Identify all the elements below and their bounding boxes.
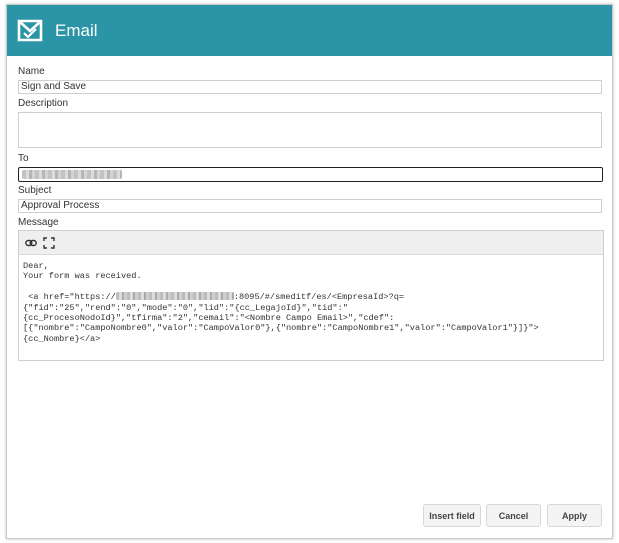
name-input[interactable]: Sign and Save (18, 80, 602, 94)
editor-line-text: {cc_Nombre}</a> (23, 333, 101, 344)
editor-line-text: :8095/#/smeditf/es/<EmpresaId>?q= (233, 292, 405, 303)
editor-line-text: Dear, (23, 261, 49, 271)
editor-line-text: Your form was received. (23, 271, 142, 282)
editor-line: Your form was received. (23, 271, 597, 281)
redacted-host (115, 292, 234, 301)
cancel-button[interactable]: Cancel (486, 504, 541, 527)
subject-label: Subject (18, 185, 52, 196)
dialog-header: Email (7, 5, 612, 56)
description-label: Description (18, 98, 69, 109)
editor-line-text: <a href="https:// (23, 292, 116, 303)
message-editor[interactable]: Dear, Your form was received. <a href="ht… (18, 230, 604, 361)
apply-button[interactable]: Apply (547, 504, 602, 527)
fullscreen-icon[interactable] (43, 237, 55, 249)
subject-input[interactable]: Approval Process (18, 199, 602, 213)
to-label: To (18, 153, 29, 164)
redacted-recipient (22, 170, 122, 179)
editor-line-text: {"fid":"25","rend":"0","mode":"0","lid":… (23, 302, 348, 313)
editor-toolbar (19, 231, 603, 255)
editor-line: {cc_ProcesoNodoId}","tfirma":"2","cemail… (23, 313, 597, 323)
editor-line-text: {cc_ProcesoNodoId}","tfirma":"2","cemail… (23, 312, 395, 323)
editor-line: <a href="https:// :8095/#/smeditf/es/<Emp… (23, 292, 597, 302)
editor-line: {"fid":"25","rend":"0","mode":"0","lid":… (23, 303, 597, 313)
editor-line: Dear, (23, 261, 597, 271)
editor-line-text: [{"nombre":"CampoNombre0","valor":"Campo… (23, 323, 539, 334)
message-label: Message (18, 217, 59, 228)
envelope-check-icon (17, 19, 43, 42)
email-dialog: Email Name Sign and Save Description To … (6, 4, 613, 539)
to-input[interactable] (18, 167, 603, 182)
editor-line: [{"nombre":"CampoNombre0","valor":"Campo… (23, 323, 597, 333)
link-icon[interactable] (25, 237, 37, 249)
name-label: Name (18, 66, 45, 77)
dialog-title: Email (55, 21, 98, 40)
insert-field-button[interactable]: Insert field (423, 504, 481, 527)
editor-line: {cc_Nombre}</a> (23, 334, 597, 344)
description-textarea[interactable] (18, 112, 602, 148)
editor-content[interactable]: Dear, Your form was received. <a href="ht… (23, 261, 597, 344)
